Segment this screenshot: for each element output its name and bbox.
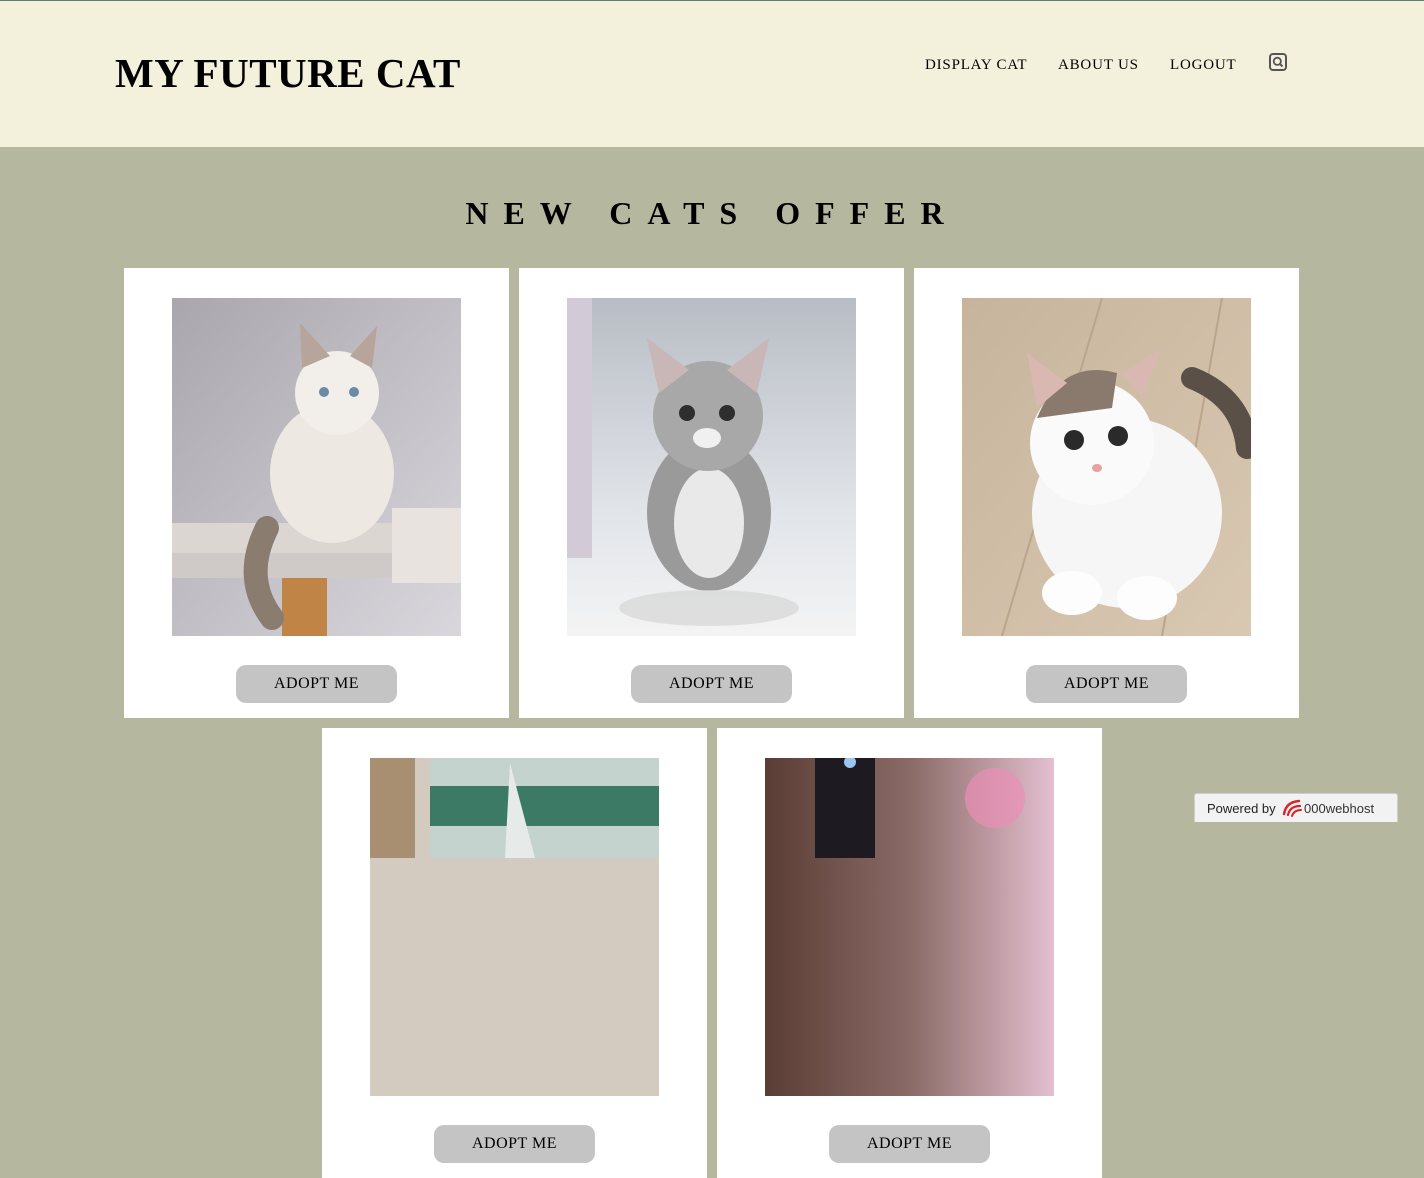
host-logo-icon xyxy=(1282,799,1302,817)
search-icon[interactable] xyxy=(1269,53,1287,71)
section-title: NEW CATS OFFER xyxy=(465,195,959,231)
powered-by-badge[interactable]: Powered by 000webhost xyxy=(1194,793,1398,822)
adopt-me-button[interactable]: ADOPT ME xyxy=(236,665,397,703)
adopt-me-button[interactable]: ADOPT ME xyxy=(829,1125,990,1163)
cat-card: ADOPT ME xyxy=(519,268,904,718)
nav-display-cat[interactable]: DISPLAY CAT xyxy=(925,57,1027,74)
adopt-me-button[interactable]: ADOPT ME xyxy=(434,1125,595,1163)
cat-photo xyxy=(370,758,659,1096)
powered-by-label: Powered by xyxy=(1207,801,1276,816)
nav-about-us[interactable]: ABOUT US xyxy=(1058,57,1139,74)
cat-card: ADOPT ME xyxy=(717,728,1102,1178)
cat-card: ADOPT ME xyxy=(322,728,707,1178)
cat-card: ADOPT ME xyxy=(124,268,509,718)
site-header: MY FUTURE CAT DISPLAY CAT ABOUT US LOGOU… xyxy=(0,1,1424,147)
cat-photo xyxy=(765,758,1054,1096)
adopt-me-button[interactable]: ADOPT ME xyxy=(631,665,792,703)
cat-card: ADOPT ME xyxy=(914,268,1299,718)
nav-logout[interactable]: LOGOUT xyxy=(1170,57,1236,74)
host-name: 000webhost xyxy=(1304,801,1375,816)
cat-photo xyxy=(962,298,1251,636)
adopt-me-button[interactable]: ADOPT ME xyxy=(1026,665,1187,703)
site-title[interactable]: MY FUTURE CAT xyxy=(115,50,461,96)
cat-photo xyxy=(567,298,856,636)
cat-photo xyxy=(172,298,461,636)
